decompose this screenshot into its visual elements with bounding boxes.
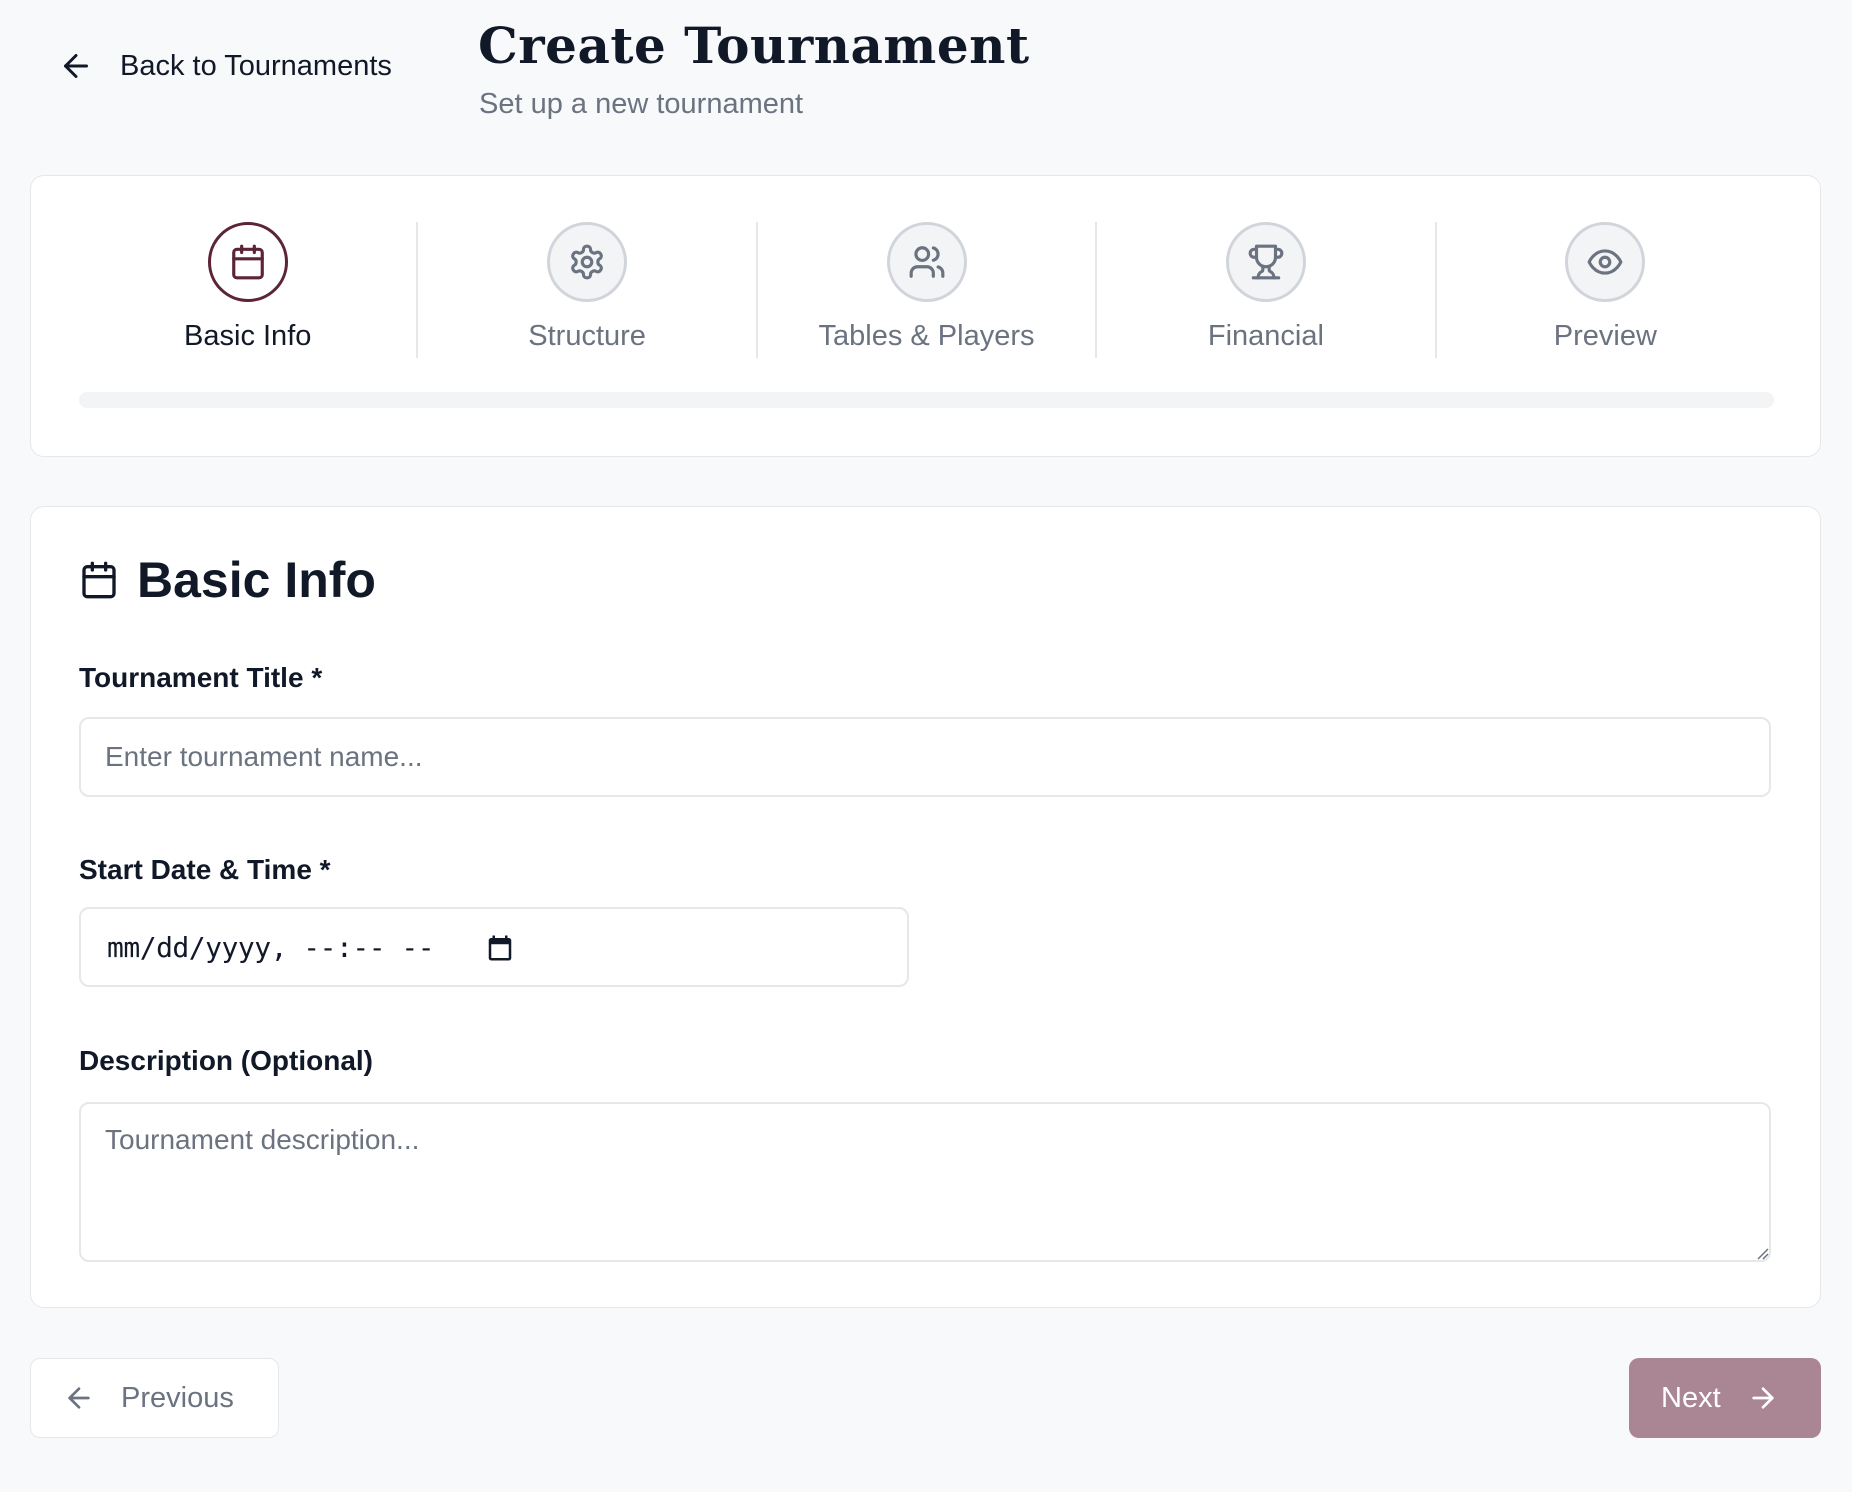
eye-icon: [1587, 249, 1623, 275]
step-circle: [547, 222, 628, 302]
step-circle: [207, 222, 288, 302]
next-button-label: Next: [1661, 1381, 1721, 1414]
progress-bar: [79, 392, 1774, 408]
step-circle: [1565, 222, 1646, 302]
back-to-tournaments-link[interactable]: Back to Tournaments: [58, 48, 392, 84]
step-label: Preview: [1553, 320, 1657, 352]
tournament-title-input[interactable]: [79, 717, 1771, 797]
date-input-value: mm/dd/yyyy, --:-- --: [107, 930, 435, 964]
previous-button-label: Previous: [121, 1381, 234, 1414]
page-header: Back to Tournaments Create Tournament Se…: [0, 0, 1852, 150]
calendar-icon: [82, 561, 116, 599]
next-button[interactable]: Next: [1629, 1358, 1821, 1438]
section-title-text: Basic Info: [137, 552, 376, 608]
step-basic-info[interactable]: Basic Info: [79, 222, 416, 358]
users-icon: [909, 246, 944, 278]
step-preview[interactable]: Preview: [1434, 222, 1774, 358]
page-title: Create Tournament: [478, 16, 1030, 75]
step-tables-players[interactable]: Tables & Players: [755, 222, 1095, 358]
calendar-icon: [231, 244, 264, 280]
resize-handle-icon[interactable]: [1753, 1244, 1769, 1260]
step-financial[interactable]: Financial: [1095, 222, 1434, 358]
previous-button[interactable]: Previous: [30, 1358, 279, 1438]
start-date-input[interactable]: mm/dd/yyyy, --:-- --: [79, 907, 909, 987]
step-label: Financial: [1207, 320, 1324, 352]
step-circle: [886, 222, 967, 302]
step-structure[interactable]: Structure: [416, 222, 755, 358]
arrow-left-icon: [68, 1387, 90, 1409]
trophy-icon: [1248, 244, 1284, 280]
start-date-label: Start Date & Time *: [79, 854, 331, 885]
step-label: Structure: [528, 320, 646, 352]
description-label: Description (Optional): [79, 1045, 373, 1076]
page-subtitle: Set up a new tournament: [479, 88, 804, 120]
tournament-title-label: Tournament Title *: [79, 662, 323, 693]
step-label: Basic Info: [184, 320, 312, 352]
stepper-card: Basic Info Structure Tables & Players Fi…: [30, 175, 1821, 457]
description-textarea[interactable]: [79, 1102, 1771, 1262]
calendar-picker-icon[interactable]: [485, 933, 515, 963]
stepper: Basic Info Structure Tables & Players Fi…: [79, 222, 1774, 358]
basic-info-form-card: Basic Info Tournament Title * Start Date…: [30, 506, 1821, 1308]
step-circle: [1225, 222, 1306, 302]
gear-icon: [571, 244, 603, 280]
arrow-left-icon: [64, 54, 88, 78]
back-link-label: Back to Tournaments: [120, 49, 392, 82]
arrow-right-icon: [1751, 1387, 1774, 1409]
section-title: Basic Info: [79, 551, 376, 609]
step-label: Tables & Players: [818, 320, 1035, 352]
